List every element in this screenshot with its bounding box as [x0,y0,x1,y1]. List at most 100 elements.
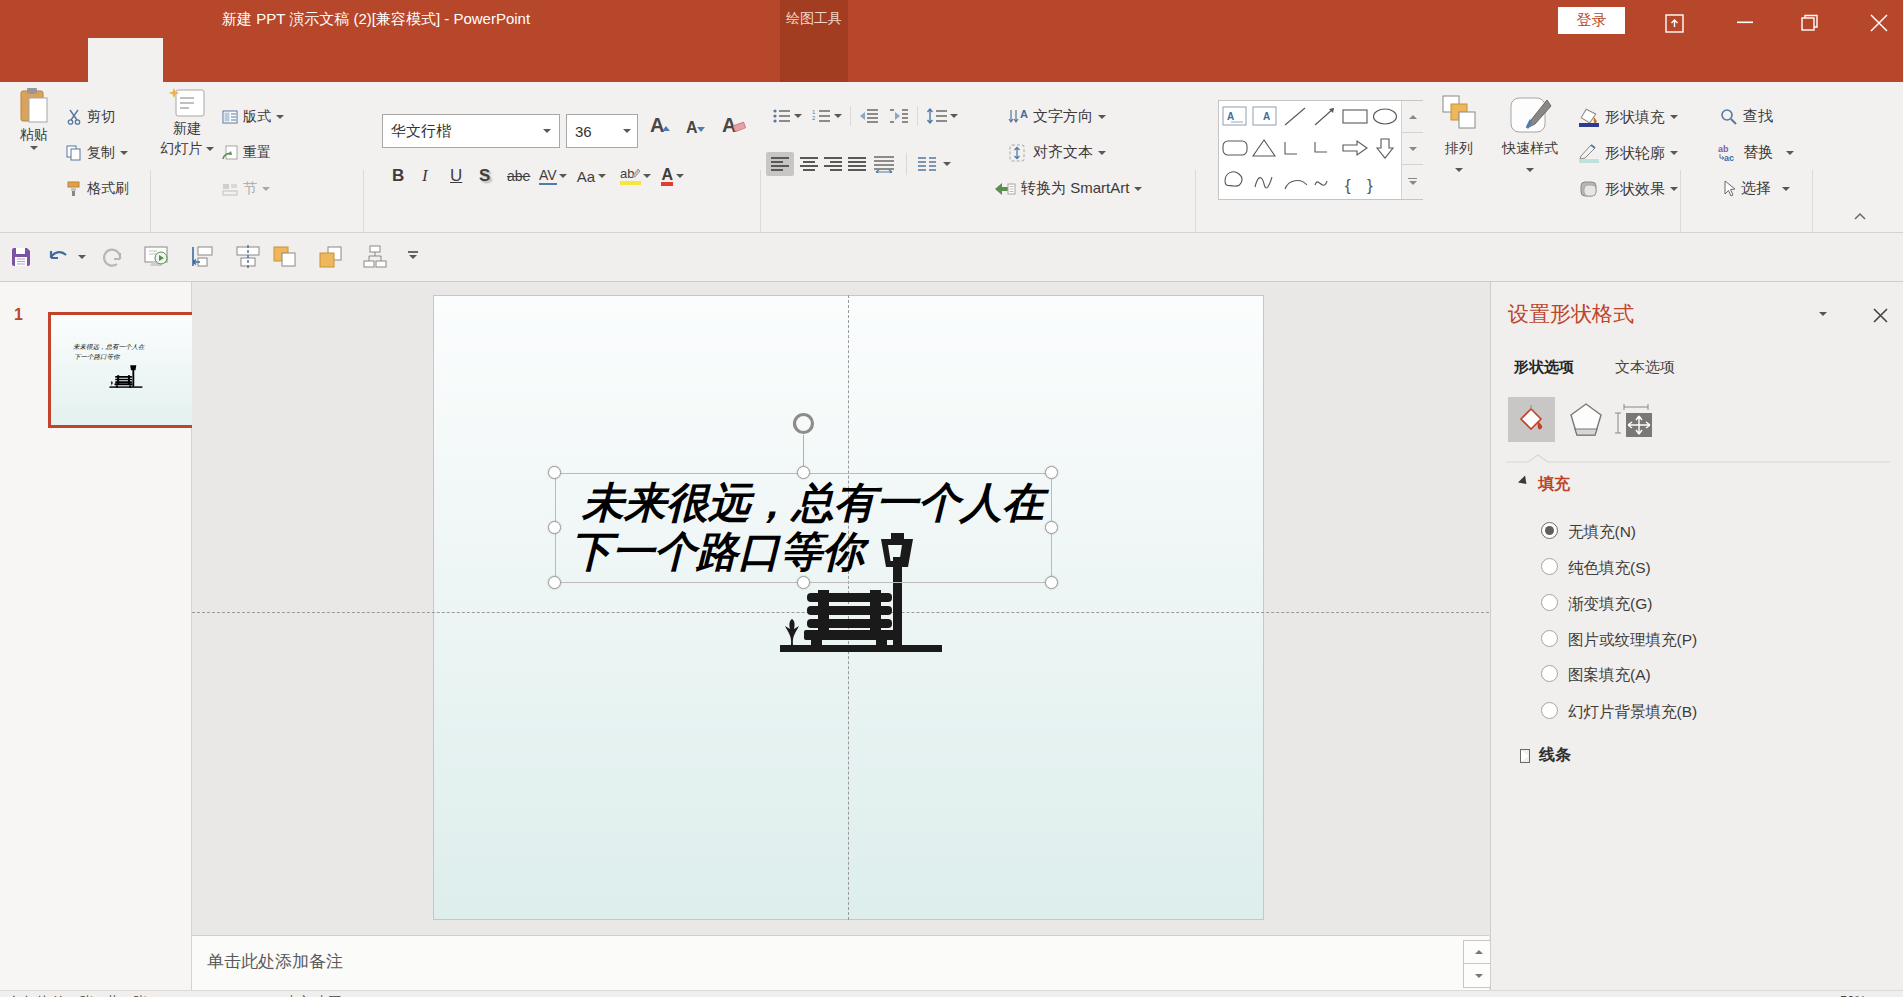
distribute-button[interactable] [872,155,896,173]
section-button[interactable]: 节 [222,180,270,198]
start-slideshow-icon[interactable] [144,245,170,269]
bullets-icon[interactable] [772,108,792,124]
layout-qat-icon[interactable] [362,245,388,269]
fill-section-header[interactable]: 填充 [1538,474,1570,495]
font-size-combo[interactable]: 36 [566,114,638,148]
shape-effects-button[interactable]: 形状效果 [1578,179,1678,199]
gallery-scroll-down[interactable] [1402,133,1423,165]
character-spacing-button[interactable]: AV [539,167,557,185]
justify-button[interactable] [848,157,866,171]
shape-fill-button[interactable]: 形状填充 [1578,107,1678,127]
handle-middle-right[interactable] [1045,521,1058,534]
rotation-handle[interactable] [790,410,817,437]
bring-forward-icon[interactable] [272,245,298,269]
handle-top-center[interactable] [797,466,810,479]
handle-middle-left[interactable] [548,521,561,534]
format-painter-button[interactable]: 格式刷 [66,180,129,198]
restore-icon[interactable] [1801,14,1818,32]
fill-line-tab[interactable] [1508,397,1555,442]
radio[interactable] [1541,594,1558,611]
highlight-button[interactable]: ab [620,167,641,185]
pane-tab-text-options[interactable]: 文本选项 [1615,358,1675,377]
align-left-qat-icon[interactable] [190,245,216,269]
undo-icon[interactable] [48,246,72,268]
fill-option-picture[interactable]: 图片或纹理填充(P) [1491,630,1903,656]
reset-button[interactable]: 重置 [222,144,271,162]
text-direction-button[interactable]: A 文字方向 [1008,107,1106,126]
new-slide-button[interactable]: 新建 幻灯片 [158,88,216,158]
close-icon[interactable] [1870,14,1888,32]
pane-menu-caret[interactable] [1819,312,1827,316]
find-button[interactable]: 查找 [1720,107,1773,126]
collapse-ribbon-icon[interactable] [1853,212,1867,221]
fill-option-pattern[interactable]: 图案填充(A) [1491,665,1903,691]
slide-thumbnail[interactable]: 未来很远，总有一个人在 下一个路口等你 [48,312,203,428]
paste-button[interactable]: 粘贴 [8,88,60,150]
clear-formatting-button[interactable]: A [722,114,746,137]
italic-button[interactable]: I [422,166,450,186]
columns-icon[interactable] [917,156,937,172]
fill-option-gradient[interactable]: 渐变填充(G) [1491,594,1903,620]
radio[interactable] [1541,665,1558,682]
line-section-expand-icon[interactable] [1521,750,1529,762]
handle-bottom-center[interactable] [797,576,810,589]
align-center-button[interactable] [800,157,818,171]
align-right-button[interactable] [824,157,842,171]
radio[interactable] [1541,702,1558,719]
handle-top-left[interactable] [548,466,561,479]
qat-more-button[interactable] [408,251,418,259]
shape-gallery[interactable]: A A { } [1218,100,1423,200]
layout-button[interactable]: 版式 [222,108,284,126]
shape-outline-button[interactable]: 形状轮廓 [1578,143,1678,163]
font-color-button[interactable]: A [661,167,673,186]
select-button[interactable]: 选择 [1720,179,1790,198]
handle-bottom-right[interactable] [1045,576,1058,589]
strikethrough-button[interactable]: abe [507,168,539,184]
size-properties-tab[interactable] [1613,400,1657,440]
send-backward-icon[interactable] [318,245,344,269]
ribbon-display-options-icon[interactable] [1665,14,1684,33]
pane-close-icon[interactable] [1873,308,1888,323]
replace-button[interactable]: abac 替换 [1718,143,1794,162]
numbering-icon[interactable]: 12 [812,108,832,124]
radio[interactable] [1541,630,1558,647]
notes-placeholder[interactable]: 单击此处添加备注 [207,950,343,973]
sign-in-button[interactable]: 登录 [1558,7,1625,34]
align-left-button[interactable] [766,152,794,176]
bold-button[interactable]: B [392,166,422,186]
fill-option-solid[interactable]: 纯色填充(S) [1491,558,1903,584]
pane-tab-shape-options[interactable]: 形状选项 [1514,358,1574,377]
shrink-font-button[interactable]: A [686,119,705,137]
gallery-more[interactable] [1402,165,1423,198]
copy-button[interactable]: 复制 [66,144,128,162]
text-shadow-button[interactable]: S [479,166,507,186]
decrease-indent-icon[interactable] [859,108,879,124]
gallery-scroll-up[interactable] [1402,101,1423,133]
align-text-button[interactable]: 对齐文本 [1008,143,1106,162]
notes-pane[interactable]: 单击此处添加备注 [192,935,1489,990]
radio-selected[interactable] [1541,522,1558,539]
fill-section-collapse-icon[interactable] [1518,475,1530,487]
quick-styles-button[interactable]: 快速样式 [1490,94,1570,176]
line-section-header[interactable]: 线条 [1539,745,1571,766]
minimize-icon[interactable] [1737,21,1753,24]
cut-button[interactable]: 剪切 [66,108,115,126]
effects-tab[interactable] [1566,400,1606,440]
increase-indent-icon[interactable] [889,108,909,124]
handle-top-right[interactable] [1045,466,1058,479]
smartart-button[interactable]: 转换为 SmartArt [994,179,1142,198]
arrange-button[interactable]: 排列 [1432,94,1486,176]
fill-option-background[interactable]: 幻灯片背景填充(B) [1491,702,1903,728]
undo-caret[interactable] [78,255,86,259]
grow-font-button[interactable]: A [650,114,670,137]
line-spacing-icon[interactable] [926,108,948,124]
change-case-button[interactable]: Aa [577,168,595,185]
slide-text[interactable]: 未来很远，总有一个人在 下一个路口等你 [570,478,1044,576]
align-center-qat-icon[interactable] [235,245,261,269]
radio[interactable] [1541,558,1558,575]
underline-button[interactable]: U [450,166,479,186]
handle-bottom-left[interactable] [548,576,561,589]
font-name-combo[interactable]: 华文行楷 [382,114,560,148]
save-icon[interactable] [10,246,32,268]
fill-option-none[interactable]: 无填充(N) [1491,522,1903,548]
